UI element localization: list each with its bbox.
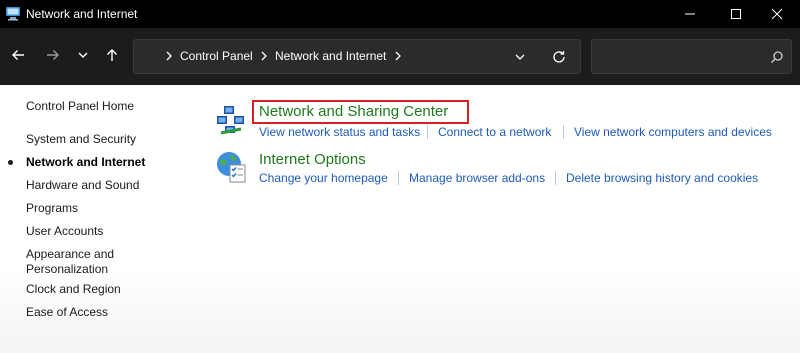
refresh-icon[interactable] [551,49,567,65]
sidebar-item-system-and-security[interactable]: System and Security [26,132,136,147]
delete-browsing-history-link[interactable]: Delete browsing history and cookies [566,171,758,185]
sidebar-item-ease-of-access[interactable]: Ease of Access [26,305,108,320]
sidebar-item-control-panel-home[interactable]: Control Panel Home [26,99,134,114]
close-icon [771,8,783,20]
manage-addons-link[interactable]: Manage browser add-ons [409,171,545,185]
breadcrumb-network-and-internet[interactable]: Network and Internet [275,49,386,63]
view-network-computers-link[interactable]: View network computers and devices [574,125,772,139]
arrow-left-icon [12,50,24,60]
minimize-icon [685,13,695,15]
sidebar-item-user-accounts[interactable]: User Accounts [26,224,103,239]
recent-locations-button[interactable] [71,43,95,67]
link-separator [398,171,399,185]
link-separator [427,125,428,139]
network-sharing-icon[interactable] [215,103,249,137]
change-homepage-link[interactable]: Change your homepage [259,171,388,185]
search-input[interactable] [598,46,758,66]
address-dropdown-icon[interactable] [513,50,527,64]
link-separator [563,125,564,139]
chevron-right-icon[interactable] [259,50,269,62]
back-button[interactable] [6,43,30,67]
forward-button[interactable] [41,43,65,67]
control-panel-icon [6,7,20,21]
sidebar-item-hardware-and-sound[interactable]: Hardware and Sound [26,178,139,193]
arrow-up-icon [107,49,117,61]
internet-options-icon[interactable] [215,150,249,184]
chevron-right-icon[interactable] [393,50,403,62]
sidebar-item-clock-and-region[interactable]: Clock and Region [26,282,121,297]
up-button[interactable] [100,43,124,67]
address-bar[interactable]: Control Panel Network and Internet [133,39,581,74]
network-and-sharing-center-link[interactable]: Network and Sharing Center [259,103,448,120]
window-title: Network and Internet [26,7,138,21]
chevron-down-icon [78,52,88,58]
search-icon[interactable] [770,50,784,64]
view-network-status-link[interactable]: View network status and tasks [259,125,420,139]
active-bullet [8,160,13,165]
sidebar-item-programs[interactable]: Programs [26,201,78,216]
content-area: Control Panel Home System and Security N… [0,85,800,353]
close-button[interactable] [754,0,800,28]
sidebar-item-personalization[interactable]: Personalization [26,262,108,277]
minimize-button[interactable] [667,0,713,28]
internet-options-link[interactable]: Internet Options [259,151,366,168]
navigation-bar: Control Panel Network and Internet [0,28,800,85]
maximize-button[interactable] [713,0,759,28]
title-bar: Network and Internet [0,0,800,28]
sidebar-item-appearance[interactable]: Appearance and [26,247,114,262]
chevron-right-icon[interactable] [164,50,174,62]
search-box[interactable] [591,39,792,74]
link-separator [555,171,556,185]
connect-to-network-link[interactable]: Connect to a network [438,125,551,139]
breadcrumb-control-panel[interactable]: Control Panel [180,49,253,63]
maximize-icon [731,9,741,19]
sidebar: Control Panel Home System and Security N… [0,85,200,353]
arrow-right-icon [47,50,59,60]
sidebar-item-network-and-internet[interactable]: Network and Internet [26,155,145,170]
